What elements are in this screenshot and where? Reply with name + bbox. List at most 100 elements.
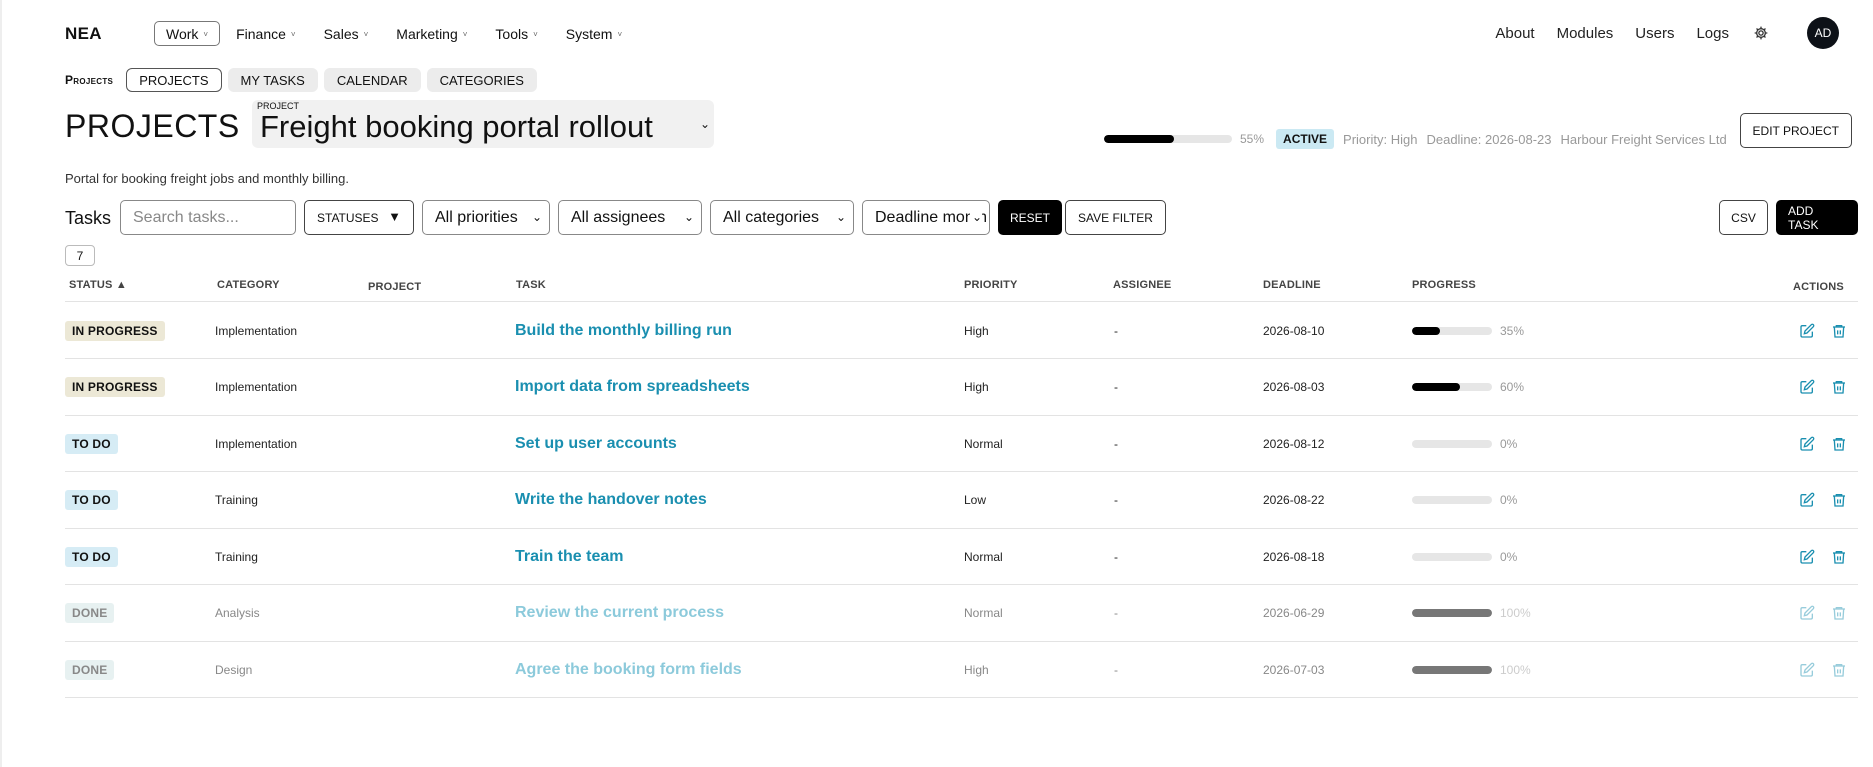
status-cell: IN PROGRESS (65, 303, 165, 358)
task-progress-text: 0% (1500, 493, 1518, 507)
task-progress-bar (1412, 665, 1492, 674)
modules-link[interactable]: Modules (1557, 25, 1614, 42)
save-filter-button[interactable]: SAVE FILTER (1065, 200, 1166, 235)
assignee-select[interactable]: All assignees ⌄ (558, 200, 702, 235)
task-progress-fill (1412, 609, 1492, 617)
users-link[interactable]: Users (1635, 25, 1674, 42)
menu-item-work[interactable]: Work ˅ (154, 21, 221, 46)
col-assignee[interactable]: ASSIGNEE (1113, 279, 1171, 291)
chevron-down-icon: ˅ (462, 30, 468, 39)
category-cell: Implementation (215, 436, 298, 451)
caret-down-icon: ▼ (388, 209, 401, 224)
trash-icon[interactable] (1829, 660, 1849, 680)
task-link[interactable]: Agree the booking form fields (515, 661, 742, 679)
tab-calendar[interactable]: CALENDAR (323, 68, 421, 92)
project-priority: Priority: High (1343, 131, 1418, 147)
tab-categories[interactable]: CATEGORIES (426, 68, 537, 92)
menu-item-tools[interactable]: Tools ˅ (483, 21, 549, 46)
menu-item-label: Work (166, 25, 199, 42)
task-link[interactable]: Write the handover notes (515, 491, 707, 509)
edit-icon[interactable] (1797, 547, 1817, 567)
deadline-cell: 2026-06-29 (1263, 606, 1325, 620)
trash-icon[interactable] (1829, 434, 1849, 454)
col-actions: ACTIONS (1793, 281, 1844, 293)
logs-link[interactable]: Logs (1696, 25, 1729, 42)
brand-logo[interactable]: NEA (65, 24, 102, 44)
chevron-down-icon: ⌄ (699, 117, 710, 131)
task-count-badge: 7 (65, 245, 95, 266)
tab-my-tasks[interactable]: MY TASKS (227, 68, 318, 92)
category-select[interactable]: All categories ⌄ (710, 200, 854, 235)
task-progress-fill (1412, 665, 1492, 674)
category-cell: Implementation (215, 323, 298, 338)
menu-item-label: Finance (236, 25, 286, 42)
edit-project-button[interactable]: EDIT PROJECT (1739, 113, 1852, 148)
task-link[interactable]: Train the team (515, 548, 623, 566)
col-category[interactable]: CATEGORY (217, 279, 280, 291)
col-task[interactable]: TASK (516, 279, 546, 291)
menu-item-finance[interactable]: Finance ˅ (224, 21, 307, 46)
user-avatar[interactable]: AD (1807, 17, 1839, 49)
task-progress-bar (1412, 496, 1492, 504)
col-progress[interactable]: PROGRESS (1412, 279, 1476, 291)
trash-icon[interactable] (1829, 490, 1849, 510)
project-selector[interactable]: PROJECT Freight booking portal rollout ⌄ (252, 100, 714, 148)
statuses-filter[interactable]: STATUSES ▼ (304, 200, 414, 235)
deadline-cell: 2026-08-10 (1263, 323, 1325, 338)
actions-cell (1797, 416, 1849, 471)
status-badge: IN PROGRESS (65, 377, 165, 397)
chevron-down-icon: ˅ (290, 30, 296, 39)
task-progress-text: 35% (1500, 323, 1525, 338)
menu-item-system[interactable]: System ˅ (554, 21, 634, 46)
task-link[interactable]: Build the monthly billing run (515, 322, 732, 340)
trash-icon[interactable] (1829, 603, 1849, 623)
task-link[interactable]: Set up user accounts (515, 435, 677, 453)
chevron-down-icon: ˅ (533, 30, 538, 39)
task-cell: Set up user accounts (515, 416, 677, 471)
table-row: TO DO Training Write the handover notes Low… (65, 473, 1858, 529)
project-progress-bar (1104, 135, 1232, 143)
deadline-month-select[interactable]: Deadline month ⌄ (862, 200, 990, 235)
status-badge: TO DO (65, 546, 118, 567)
assignee-cell: - (1114, 436, 1118, 451)
task-link[interactable]: Import data from spreadsheets (515, 378, 750, 396)
project-deadline: Deadline: 2026-08-23 (1426, 131, 1552, 147)
assignee-cell: - (1114, 380, 1118, 394)
search-placeholder: Search tasks... (133, 208, 239, 226)
edit-icon[interactable] (1797, 490, 1817, 510)
col-status[interactable]: STATUS ▲ (69, 279, 127, 291)
about-link[interactable]: About (1495, 25, 1534, 42)
menu-item-sales[interactable]: Sales ˅ (312, 21, 381, 46)
priority-select[interactable]: All priorities ⌄ (422, 200, 550, 235)
trash-icon[interactable] (1829, 321, 1849, 341)
col-deadline[interactable]: DEADLINE (1263, 279, 1321, 291)
edit-icon[interactable] (1797, 660, 1817, 680)
gear-icon[interactable] (1751, 23, 1771, 43)
reset-button[interactable]: RESET (998, 200, 1063, 235)
col-priority[interactable]: PRIORITY (964, 279, 1018, 291)
progress-cell: 100% (1412, 642, 1531, 697)
trash-icon[interactable] (1829, 377, 1849, 397)
category-cell: Training (215, 549, 258, 564)
task-progress-text: 0% (1500, 549, 1518, 564)
edit-icon[interactable] (1797, 377, 1817, 397)
status-cell: TO DO (65, 473, 118, 528)
table-header: STATUS ▲ CATEGORY PROJECT TASK PRIORITY … (65, 278, 1858, 302)
csv-button[interactable]: CSV (1719, 200, 1768, 235)
task-link[interactable]: Review the current process (515, 604, 724, 622)
search-input[interactable]: Search tasks... (120, 200, 296, 235)
edit-icon[interactable] (1797, 434, 1817, 454)
col-project[interactable]: PROJECT (368, 281, 421, 293)
actions-cell (1797, 586, 1849, 641)
task-cell: Import data from spreadsheets (515, 360, 750, 415)
trash-icon[interactable] (1829, 547, 1849, 567)
category-cell: Analysis (215, 606, 260, 620)
table-row: DONE Analysis Review the current process No… (65, 586, 1858, 642)
edit-icon[interactable] (1797, 603, 1817, 623)
add-task-button[interactable]: ADD TASK (1776, 200, 1858, 235)
edit-icon[interactable] (1797, 321, 1817, 341)
tab-projects[interactable]: PROJECTS (126, 68, 222, 92)
menu-item-marketing[interactable]: Marketing ˅ (384, 21, 479, 46)
priority-select-value: All priorities (435, 208, 518, 226)
sub-navbar: Projects PROJECTS MY TASKS CALENDAR CATE… (65, 68, 537, 92)
